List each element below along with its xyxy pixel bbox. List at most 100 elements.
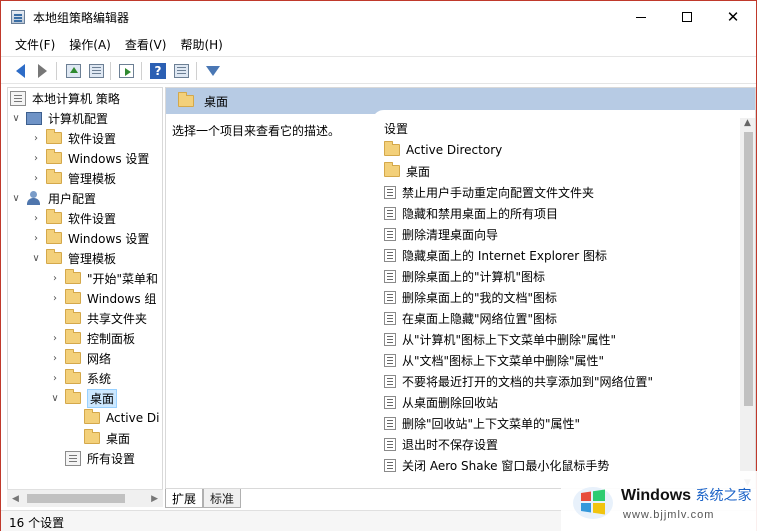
list-item[interactable]: 删除桌面上的"我的文档"图标 — [384, 287, 557, 307]
tree-item-admin-templates[interactable]: › 管理模板 — [30, 168, 116, 188]
folder-icon — [46, 229, 62, 244]
properties-button[interactable] — [171, 61, 191, 81]
tree-item-label: Windows 组 — [87, 291, 157, 306]
chevron-down-icon[interactable]: ∨ — [49, 393, 61, 404]
minimize-button[interactable] — [618, 1, 664, 33]
tab-standard[interactable]: 标准 — [203, 489, 242, 508]
chevron-down-icon[interactable]: ∨ — [10, 193, 22, 204]
chevron-right-icon[interactable]: › — [30, 213, 42, 224]
chevron-down-icon[interactable]: ∨ — [30, 253, 42, 264]
list-item[interactable]: 不要将最近打开的文档的共享添加到"网络位置" — [384, 371, 653, 391]
list-item-label: 禁止用户手动重定向配置文件文件夹 — [402, 185, 595, 200]
tree-item-windows-settings[interactable]: › Windows 设置 — [30, 228, 149, 248]
computer-icon — [26, 111, 42, 125]
scroll-up-icon[interactable]: ▲ — [744, 118, 751, 128]
menu-view[interactable]: 查看(V) — [118, 33, 174, 55]
toolbar-separator — [141, 62, 142, 80]
policy-setting-icon — [384, 248, 396, 262]
tree-item-windows-settings[interactable]: › Windows 设置 — [30, 148, 149, 168]
tree-item-shared-folders[interactable]: 共享文件夹 — [49, 308, 147, 328]
filter-button[interactable] — [203, 61, 223, 81]
tree-item-user-config[interactable]: ∨ 用户配置 — [10, 188, 96, 208]
chevron-right-icon[interactable]: › — [49, 353, 61, 364]
menu-file[interactable]: 文件(F) — [1, 33, 62, 55]
scroll-right-icon[interactable]: ▶ — [151, 494, 158, 504]
chevron-right-icon[interactable]: › — [49, 373, 61, 384]
up-one-level-button[interactable] — [63, 61, 83, 81]
list-vertical-scrollbar[interactable]: ▲ ▼ — [740, 118, 755, 488]
list-item[interactable]: 隐藏桌面上的 Internet Explorer 图标 — [384, 245, 607, 265]
menu-help[interactable]: 帮助(H) — [173, 33, 229, 55]
export-list-button[interactable] — [116, 61, 136, 81]
list-item[interactable]: 桌面 — [384, 161, 430, 181]
chevron-right-icon[interactable]: › — [49, 333, 61, 344]
tree-item-active-directory[interactable]: Active Di — [68, 408, 160, 428]
title-bar[interactable]: 本地组策略编辑器 ✕ — [1, 1, 756, 33]
minimize-icon — [636, 16, 646, 18]
folder-icon — [46, 169, 62, 184]
tree-item-desktop[interactable]: ∨ 桌面 — [49, 388, 118, 408]
list-item-label: 删除桌面上的"计算机"图标 — [402, 269, 546, 284]
column-header-setting[interactable]: 设置 — [384, 120, 408, 137]
description-text: 选择一个项目来查看它的描述。 — [172, 124, 341, 138]
list-item[interactable]: 删除清理桌面向导 — [384, 224, 498, 244]
chevron-down-icon[interactable]: ∨ — [10, 113, 22, 124]
tab-extended[interactable]: 扩展 — [165, 489, 204, 508]
list-item[interactable]: 从"计算机"图标上下文菜单中删除"属性" — [384, 329, 616, 349]
tree-item-label: 系统 — [87, 371, 112, 386]
maximize-button[interactable] — [664, 1, 710, 33]
list-item[interactable]: 删除桌面上的"计算机"图标 — [384, 266, 545, 286]
scrollbar-thumb[interactable] — [27, 494, 125, 503]
tree-item-admin-templates[interactable]: ∨ 管理模板 — [30, 248, 116, 268]
list-item[interactable]: 在桌面上隐藏"网络位置"图标 — [384, 308, 557, 328]
list-item-label: 删除"回收站"上下文菜单的"属性" — [402, 416, 581, 431]
list-item[interactable]: 删除"回收站"上下文菜单的"属性" — [384, 413, 580, 433]
toolbar-separator — [110, 62, 111, 80]
folder-icon — [65, 309, 81, 324]
tree-horizontal-scrollbar[interactable]: ◀ ▶ — [7, 489, 163, 507]
toolbar-separator — [56, 62, 57, 80]
tree-item-windows-components[interactable]: › Windows 组 — [49, 288, 156, 308]
tree-item-software-settings[interactable]: › 软件设置 — [30, 208, 116, 228]
tree-item-desktop-sub[interactable]: 桌面 — [68, 428, 130, 448]
tree-item-label: 共享文件夹 — [87, 311, 148, 326]
list-item[interactable]: 隐藏和禁用桌面上的所有项目 — [384, 203, 558, 223]
watermark-url: www.bjjmlv.com — [623, 509, 715, 521]
tree-item-computer-config[interactable]: ∨ 计算机配置 — [10, 108, 108, 128]
filter-icon — [206, 66, 220, 76]
chevron-right-icon[interactable]: › — [30, 153, 42, 164]
close-button[interactable]: ✕ — [710, 1, 756, 33]
tree-item-all-settings[interactable]: 所有设置 — [49, 448, 135, 468]
tree-item-system[interactable]: › 系统 — [49, 368, 111, 388]
scroll-left-icon[interactable]: ◀ — [12, 494, 19, 504]
tree-item-label: 软件设置 — [68, 211, 117, 226]
tree-item-local-policy[interactable]: 本地计算机 策略 — [10, 88, 120, 108]
scrollbar-thumb[interactable] — [744, 132, 753, 406]
tree-item-software-settings[interactable]: › 软件设置 — [30, 128, 116, 148]
user-icon — [26, 191, 42, 205]
list-item[interactable]: 禁止用户手动重定向配置文件文件夹 — [384, 182, 594, 202]
list-item[interactable]: 从桌面删除回收站 — [384, 392, 498, 412]
list-item[interactable]: Active Directory — [384, 140, 502, 160]
policy-setting-icon — [384, 416, 396, 430]
app-icon — [11, 10, 25, 24]
chevron-right-icon[interactable]: › — [30, 133, 42, 144]
chevron-right-icon[interactable]: › — [49, 293, 61, 304]
folder-icon — [384, 162, 400, 177]
chevron-right-icon[interactable]: › — [49, 273, 61, 284]
back-button[interactable] — [10, 61, 30, 81]
help-button[interactable]: ? — [148, 61, 168, 81]
tree-item-network[interactable]: › 网络 — [49, 348, 111, 368]
chevron-right-icon[interactable]: › — [30, 173, 42, 184]
console-tree[interactable]: 本地计算机 策略 ∨ 计算机配置 › 软件设置 › Windows 设置 › 管… — [7, 87, 163, 507]
menu-action[interactable]: 操作(A) — [62, 33, 118, 55]
tree-item-control-panel[interactable]: › 控制面板 — [49, 328, 135, 348]
show-hide-tree-button[interactable] — [86, 61, 106, 81]
tree-item-start-menu[interactable]: › "开始"菜单和 — [49, 268, 158, 288]
list-item[interactable]: 从"文档"图标上下文菜单中删除"属性" — [384, 350, 604, 370]
chevron-right-icon[interactable]: › — [30, 233, 42, 244]
tree-item-label: 本地计算机 策略 — [32, 91, 120, 106]
settings-list[interactable]: 设置 Active Directory 桌面 禁止用户手动重定向配置文件文件夹 … — [372, 110, 755, 488]
forward-button[interactable] — [32, 61, 52, 81]
list-item[interactable]: 退出时不保存设置 — [384, 434, 498, 454]
